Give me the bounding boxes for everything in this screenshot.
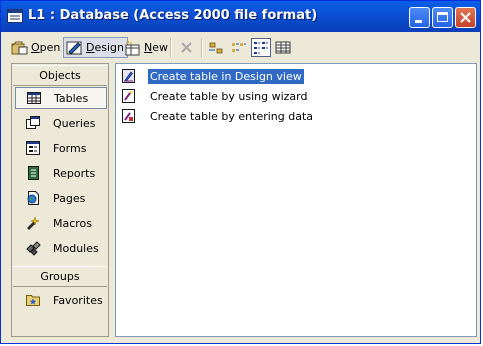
objects-item-label: Pages [53, 191, 86, 205]
database-window: L1 : Database (Access 2000 file format) … [0, 0, 481, 344]
list-item-label: Create table by entering data [150, 109, 314, 123]
macro-icon [27, 216, 40, 230]
new-icon [125, 40, 140, 55]
large-icons-button[interactable] [206, 38, 226, 57]
minimize-button[interactable] [409, 7, 430, 28]
list-item-label: Create table in Design view [148, 68, 304, 84]
open-icon [11, 41, 28, 54]
design-access-key: D [86, 41, 95, 54]
favorites-icon [26, 295, 40, 306]
groups-item-favorites[interactable]: Favorites [15, 289, 107, 311]
objects-bar: Objects Tables Queries Forms Reports Pag… [11, 63, 109, 337]
objects-item-tables[interactable]: Tables [15, 87, 107, 109]
list-item-create-design-view[interactable]: Create table in Design view [120, 67, 304, 85]
database-toolbar: Open Design New [5, 35, 477, 61]
objects-item-label: Modules [53, 241, 99, 255]
small-icons-button[interactable] [229, 38, 249, 57]
title-bar[interactable]: L1 : Database (Access 2000 file format) [1, 1, 480, 32]
new-label-rest: ew [152, 41, 168, 54]
datasheet-shortcut-icon [122, 109, 135, 123]
objects-item-modules[interactable]: Modules [15, 237, 107, 259]
toolbar-separator [201, 38, 203, 57]
window-title: L1 : Database (Access 2000 file format) [28, 8, 318, 23]
details-view-icon [275, 41, 291, 54]
form-icon [26, 141, 40, 155]
delete-button[interactable] [177, 38, 197, 57]
design-icon [66, 41, 82, 55]
objects-group-header[interactable]: Objects [13, 65, 107, 86]
small-icons-icon [232, 43, 246, 52]
list-item-create-entering-data[interactable]: Create table by entering data [120, 107, 315, 125]
design-view-shortcut-icon [122, 69, 135, 83]
objects-item-label: Macros [53, 216, 93, 230]
objects-item-reports[interactable]: Reports [15, 162, 107, 184]
query-icon [26, 116, 40, 129]
page-icon [27, 191, 39, 205]
objects-item-label: Queries [53, 116, 96, 130]
new-button[interactable]: New [122, 37, 171, 58]
database-window-icon [7, 9, 23, 23]
list-view-button[interactable] [251, 38, 271, 57]
maximize-icon [437, 12, 448, 22]
wizard-shortcut-icon [122, 89, 135, 103]
report-icon [28, 166, 39, 180]
list-view-icon [254, 42, 268, 54]
details-view-button[interactable] [273, 38, 293, 57]
module-icon [26, 241, 41, 256]
toolbar-separator [170, 38, 172, 57]
objects-item-pages[interactable]: Pages [15, 187, 107, 209]
open-access-key: O [31, 41, 40, 54]
table-icon [27, 92, 41, 104]
design-label-rest: esign [94, 41, 124, 54]
list-item-create-wizard[interactable]: Create table by using wizard [120, 87, 309, 105]
list-item-label: Create table by using wizard [150, 89, 308, 103]
objects-item-label: Reports [53, 166, 96, 180]
maximize-button[interactable] [432, 7, 453, 28]
open-button[interactable]: Open [9, 37, 63, 58]
open-label-rest: pen [39, 41, 61, 54]
large-icons-icon [209, 42, 223, 54]
objects-item-label: Tables [54, 91, 89, 105]
objects-item-macros[interactable]: Macros [15, 212, 107, 234]
design-button[interactable]: Design [63, 37, 128, 58]
object-list: Create table in Design view Create table… [115, 63, 477, 337]
groups-group-header[interactable]: Groups [13, 266, 107, 287]
minimize-icon [415, 20, 422, 23]
delete-icon [181, 42, 192, 53]
objects-item-queries[interactable]: Queries [15, 112, 107, 134]
objects-item-label: Favorites [53, 293, 103, 307]
close-icon [460, 12, 471, 23]
objects-item-label: Forms [53, 141, 87, 155]
new-access-key: N [144, 41, 153, 54]
objects-item-forms[interactable]: Forms [15, 137, 107, 159]
close-button[interactable] [455, 7, 476, 28]
